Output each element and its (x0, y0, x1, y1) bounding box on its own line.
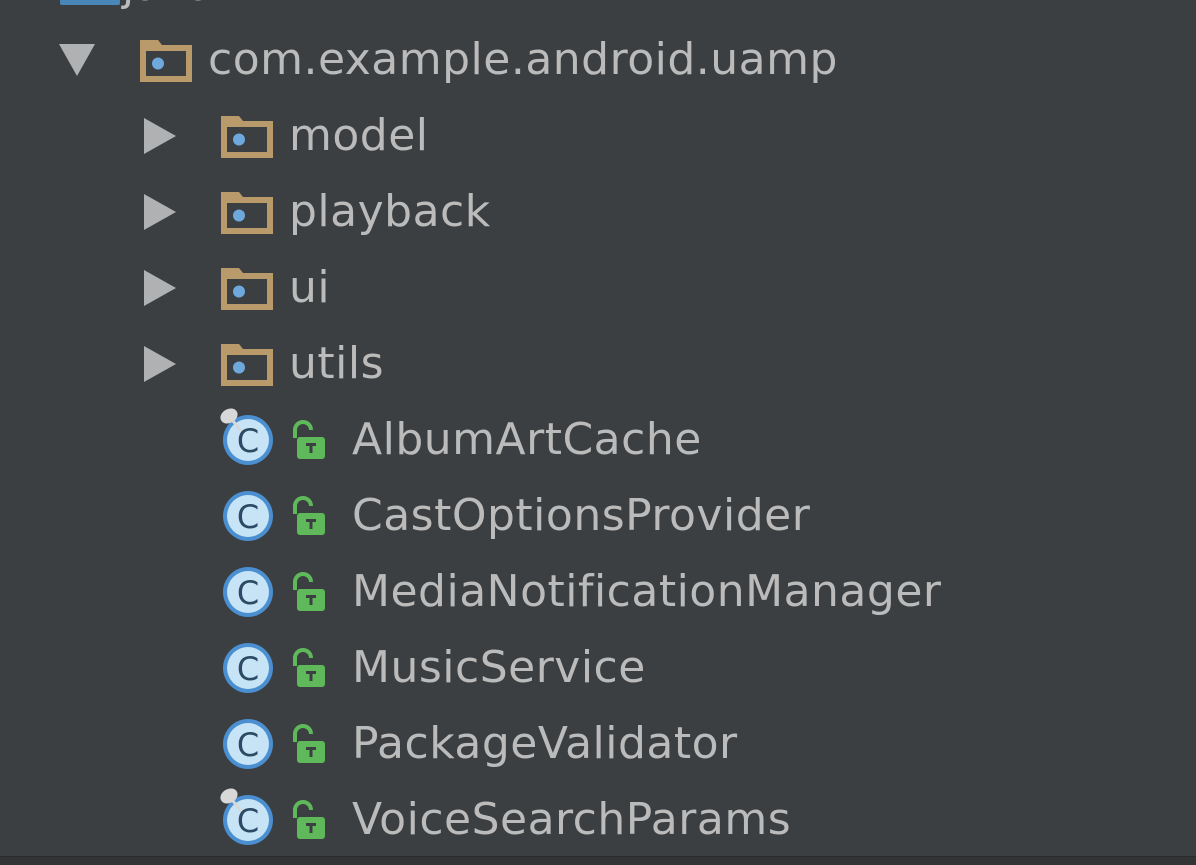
tree-row-label: model (289, 110, 429, 161)
expand-arrow-right-icon[interactable] (144, 118, 176, 154)
package-folder-icon (221, 344, 273, 386)
expand-arrow-down-icon[interactable] (59, 44, 95, 76)
tree-row-label: CastOptionsProvider (352, 490, 811, 541)
public-lock-icon (293, 496, 325, 535)
public-lock-icon (293, 724, 325, 763)
svg-text:C: C (237, 650, 259, 688)
public-lock-icon (293, 572, 325, 611)
expand-arrow-right-icon[interactable] (144, 346, 176, 382)
tree-row-root-package[interactable]: com.example.android.uamp (0, 22, 1196, 98)
public-lock-icon (293, 648, 325, 687)
class-icon: C (223, 567, 273, 617)
tree-row-label: com.example.android.uamp (208, 34, 838, 85)
tree-row-class-voicesearchparams[interactable]: C VoiceSearchParams (0, 782, 1196, 856)
class-icon: C (223, 719, 273, 769)
class-icon: C (220, 788, 273, 845)
svg-text:C: C (237, 726, 259, 764)
expand-arrow-right-icon[interactable] (144, 270, 176, 306)
tree-row-package-playback[interactable]: playback (0, 174, 1196, 250)
package-folder-icon (221, 192, 273, 234)
tree-row-class-albumartcache[interactable]: C AlbumArtCache (0, 402, 1196, 478)
parent-folder-icon (60, 0, 120, 5)
tree-row-label: ui (289, 262, 331, 313)
tree-row-label: playback (289, 186, 491, 237)
tree-row-package-ui[interactable]: ui (0, 250, 1196, 326)
tree-row-label: MediaNotificationManager (352, 566, 942, 617)
package-folder-icon (140, 40, 192, 82)
class-icon: C (223, 491, 273, 541)
class-icon: C (220, 408, 273, 465)
tree-row-class-medianotificationmanager[interactable]: C MediaNotificationManager (0, 554, 1196, 630)
tree-row-class-musicservice[interactable]: C MusicService (0, 630, 1196, 706)
public-lock-icon (293, 800, 325, 839)
svg-text:C: C (237, 574, 259, 612)
package-folder-icon (221, 268, 273, 310)
tree-row-package-utils[interactable]: utils (0, 326, 1196, 402)
tree-row-label: utils (289, 338, 385, 389)
svg-text:C: C (237, 498, 259, 536)
tree-row-label: MusicService (352, 642, 646, 693)
public-lock-icon (293, 420, 325, 459)
project-tree: java com.example.android.uamp model play… (0, 0, 1196, 856)
expand-arrow-right-icon[interactable] (144, 194, 176, 230)
package-folder-icon (221, 116, 273, 158)
parent-folder-label: java (122, 0, 214, 8)
tree-row-label: PackageValidator (352, 718, 738, 769)
tree-row-class-packagevalidator[interactable]: C PackageValidator (0, 706, 1196, 782)
tree-row-class-castoptionsprovider[interactable]: C CastOptionsProvider (0, 478, 1196, 554)
tree-row-package-model[interactable]: model (0, 98, 1196, 174)
tree-row-label: AlbumArtCache (352, 414, 702, 465)
class-icon: C (223, 643, 273, 693)
tree-row-label: VoiceSearchParams (352, 794, 792, 845)
